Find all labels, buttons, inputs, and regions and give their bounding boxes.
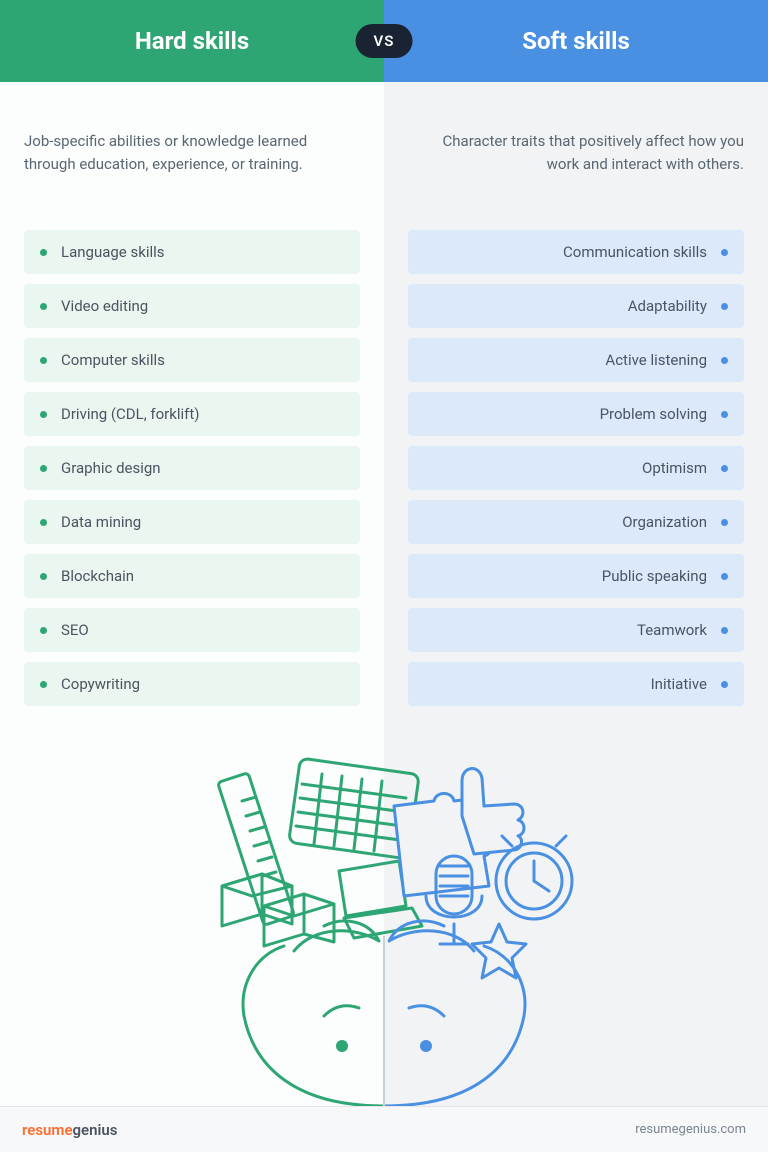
list-item: SEO [24, 608, 360, 652]
bullet-icon [721, 465, 728, 472]
skill-label: Communication skills [563, 243, 707, 261]
list-item: Initiative [408, 662, 744, 706]
skill-label: Driving (CDL, forklift) [61, 405, 200, 423]
skill-label: Data mining [61, 513, 141, 531]
list-item: Problem solving [408, 392, 744, 436]
list-item: Data mining [24, 500, 360, 544]
list-item: Video editing [24, 284, 360, 328]
list-item: Driving (CDL, forklift) [24, 392, 360, 436]
brand-logo: resumegenius [22, 1121, 117, 1139]
skill-label: Problem solving [600, 405, 707, 423]
bullet-icon [40, 303, 47, 310]
skill-label: Optimism [642, 459, 707, 477]
comparison-header: Hard skills Soft skills VS [0, 0, 768, 82]
soft-skills-column: Character traits that positively affect … [384, 82, 768, 1106]
list-item: Optimism [408, 446, 744, 490]
skill-label: Organization [622, 513, 707, 531]
bullet-icon [721, 411, 728, 418]
bullet-icon [721, 357, 728, 364]
list-item: Language skills [24, 230, 360, 274]
skill-label: Public speaking [602, 567, 707, 585]
skill-label: Copywriting [61, 675, 140, 693]
list-item: Public speaking [408, 554, 744, 598]
skill-label: Graphic design [61, 459, 161, 477]
hard-skills-description: Job-specific abilities or knowledge lear… [24, 130, 360, 202]
bullet-icon [721, 249, 728, 256]
list-item: Active listening [408, 338, 744, 382]
list-item: Communication skills [408, 230, 744, 274]
bullet-icon [721, 519, 728, 526]
brand-part1: resume [22, 1121, 73, 1139]
bullet-icon [40, 519, 47, 526]
bullet-icon [40, 681, 47, 688]
footer: resumegenius resumegenius.com [0, 1106, 768, 1152]
vs-badge: VS [356, 24, 413, 58]
bullet-icon [721, 303, 728, 310]
bullet-icon [721, 627, 728, 634]
bullet-icon [40, 627, 47, 634]
hard-skills-title: Hard skills [135, 27, 249, 55]
skill-label: Video editing [61, 297, 148, 315]
list-item: Adaptability [408, 284, 744, 328]
soft-skills-list: Communication skills Adaptability Active… [408, 230, 744, 706]
hard-skills-list: Language skills Video editing Computer s… [24, 230, 360, 706]
list-item: Copywriting [24, 662, 360, 706]
footer-url: resumegenius.com [635, 1122, 746, 1137]
skill-label: SEO [61, 621, 89, 639]
soft-skills-title: Soft skills [522, 27, 630, 55]
bullet-icon [40, 465, 47, 472]
list-item: Teamwork [408, 608, 744, 652]
list-item: Blockchain [24, 554, 360, 598]
soft-skills-description: Character traits that positively affect … [408, 130, 744, 202]
bullet-icon [40, 411, 47, 418]
skill-label: Language skills [61, 243, 165, 261]
bullet-icon [721, 681, 728, 688]
brand-part2: genius [73, 1121, 118, 1139]
list-item: Organization [408, 500, 744, 544]
hard-skills-column: Job-specific abilities or knowledge lear… [0, 82, 384, 1106]
list-item: Computer skills [24, 338, 360, 382]
skill-label: Active listening [605, 351, 707, 369]
skill-label: Computer skills [61, 351, 165, 369]
bullet-icon [40, 249, 47, 256]
list-item: Graphic design [24, 446, 360, 490]
soft-skills-header: Soft skills [384, 0, 768, 82]
bullet-icon [40, 573, 47, 580]
hard-skills-header: Hard skills [0, 0, 384, 82]
skill-label: Initiative [651, 675, 707, 693]
skill-label: Blockchain [61, 567, 134, 585]
content-row: Job-specific abilities or knowledge lear… [0, 82, 768, 1106]
bullet-icon [721, 573, 728, 580]
skill-label: Teamwork [637, 621, 707, 639]
bullet-icon [40, 357, 47, 364]
skill-label: Adaptability [628, 297, 707, 315]
